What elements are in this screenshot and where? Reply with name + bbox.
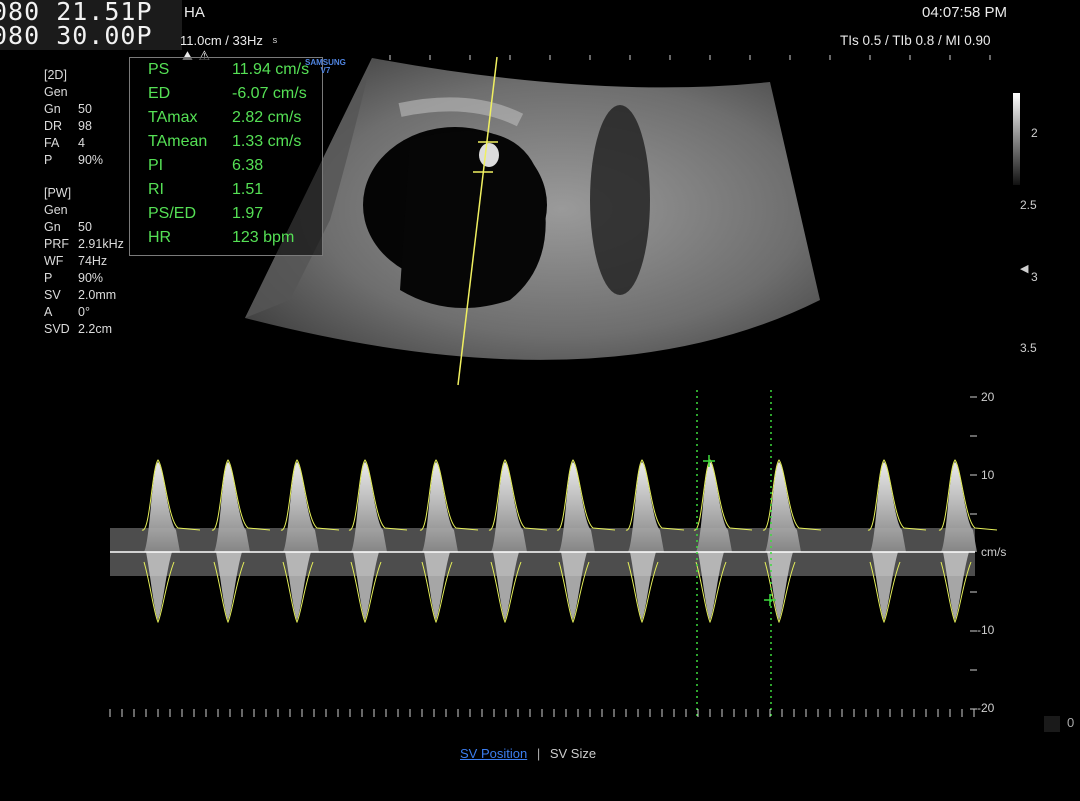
measurement-label: TAmean (148, 133, 208, 150)
time-ruler (109, 709, 975, 717)
spectral-waveforms (110, 459, 998, 624)
measurement-value: 11.94 cm/s (232, 61, 310, 78)
caliper-marker-ps[interactable] (703, 455, 715, 467)
velocity-label-minus-10: -10 (977, 623, 995, 637)
measurement-label: PS (148, 61, 170, 78)
measurement-label: PI (148, 157, 164, 174)
samsung-logo: SAMSUNG V7 (305, 59, 346, 75)
measurement-row: TAmax 2.82 cm/s (148, 109, 316, 127)
sac-cavity (400, 131, 546, 308)
tab-sv-size[interactable]: SV Size (550, 746, 596, 761)
depth-mark-2: 2 (1031, 126, 1038, 140)
tab-separator: | (536, 746, 541, 761)
logo-model: V7 (320, 66, 331, 75)
measurement-row: ED -6.07 cm/s (148, 85, 316, 103)
depth-mark-3: 3 (1031, 270, 1038, 284)
measurement-value: 123 bpm (232, 229, 295, 246)
ultrasound-screen: { "header": { "line1": "080 21.51P", "li… (0, 0, 1080, 801)
measurement-label: RI (148, 181, 164, 198)
measurement-row: HR 123 bpm (148, 229, 316, 247)
measurement-row: RI 1.51 (148, 181, 316, 199)
embryo-echo (479, 143, 499, 167)
grayscale-bar (1013, 93, 1020, 185)
measurement-value: -6.07 cm/s (232, 85, 307, 102)
measurement-label: TAmax (148, 109, 198, 126)
spectral-doppler (109, 390, 998, 720)
measurement-value: 1.97 (232, 205, 264, 222)
zero-label: 0 (1067, 715, 1075, 730)
tab-sv-position[interactable]: SV Position (460, 746, 527, 761)
measurement-label: PS/ED (148, 205, 197, 222)
depth-mark-2-5: 2.5 (1020, 198, 1037, 212)
top-ruler (389, 55, 991, 60)
measurement-value: 6.38 (232, 157, 264, 174)
focus-marker-icon[interactable]: ◀ (1020, 262, 1028, 275)
measurement-row: PS 11.94 cm/s (148, 61, 316, 79)
bottom-tab-bar: SV Position | SV Size (460, 746, 596, 761)
dark-band (590, 105, 650, 295)
velocity-unit: cm/s (981, 545, 1007, 559)
depth-mark-3-5: 3.5 (1020, 341, 1037, 355)
velocity-label-minus-20: -20 (977, 701, 995, 715)
measurement-value: 1.33 cm/s (232, 133, 302, 150)
velocity-label-10: 10 (981, 468, 995, 482)
measurement-row: PS/ED 1.97 (148, 205, 316, 223)
velocity-label-20: 20 (981, 390, 995, 404)
measurement-value: 2.82 cm/s (232, 109, 302, 126)
measurement-value: 1.51 (232, 181, 264, 198)
measurement-label: ED (148, 85, 171, 102)
zero-indicator-box (1044, 716, 1060, 732)
measurement-row: TAmean 1.33 cm/s (148, 133, 316, 151)
measurement-row: PI 6.38 (148, 157, 316, 175)
measurement-label: HR (148, 229, 172, 246)
measurement-panel: PS 11.94 cm/s ED -6.07 cm/s TAmax 2.82 cm/s TA… (129, 57, 323, 256)
bmode-image (245, 56, 820, 386)
